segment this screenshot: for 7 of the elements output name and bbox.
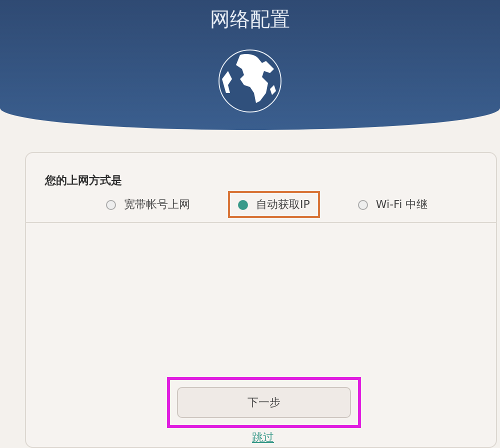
- page-title: 网络配置: [210, 6, 290, 33]
- globe-icon: [218, 49, 282, 113]
- radio-option[interactable]: 自动获取IP: [238, 197, 310, 212]
- next-button[interactable]: 下一步: [177, 387, 351, 418]
- question-label: 您的上网方式是: [45, 173, 123, 188]
- radio-option[interactable]: Wi-Fi 中继: [358, 197, 428, 212]
- radio-option[interactable]: 宽带帐号上网: [106, 197, 190, 212]
